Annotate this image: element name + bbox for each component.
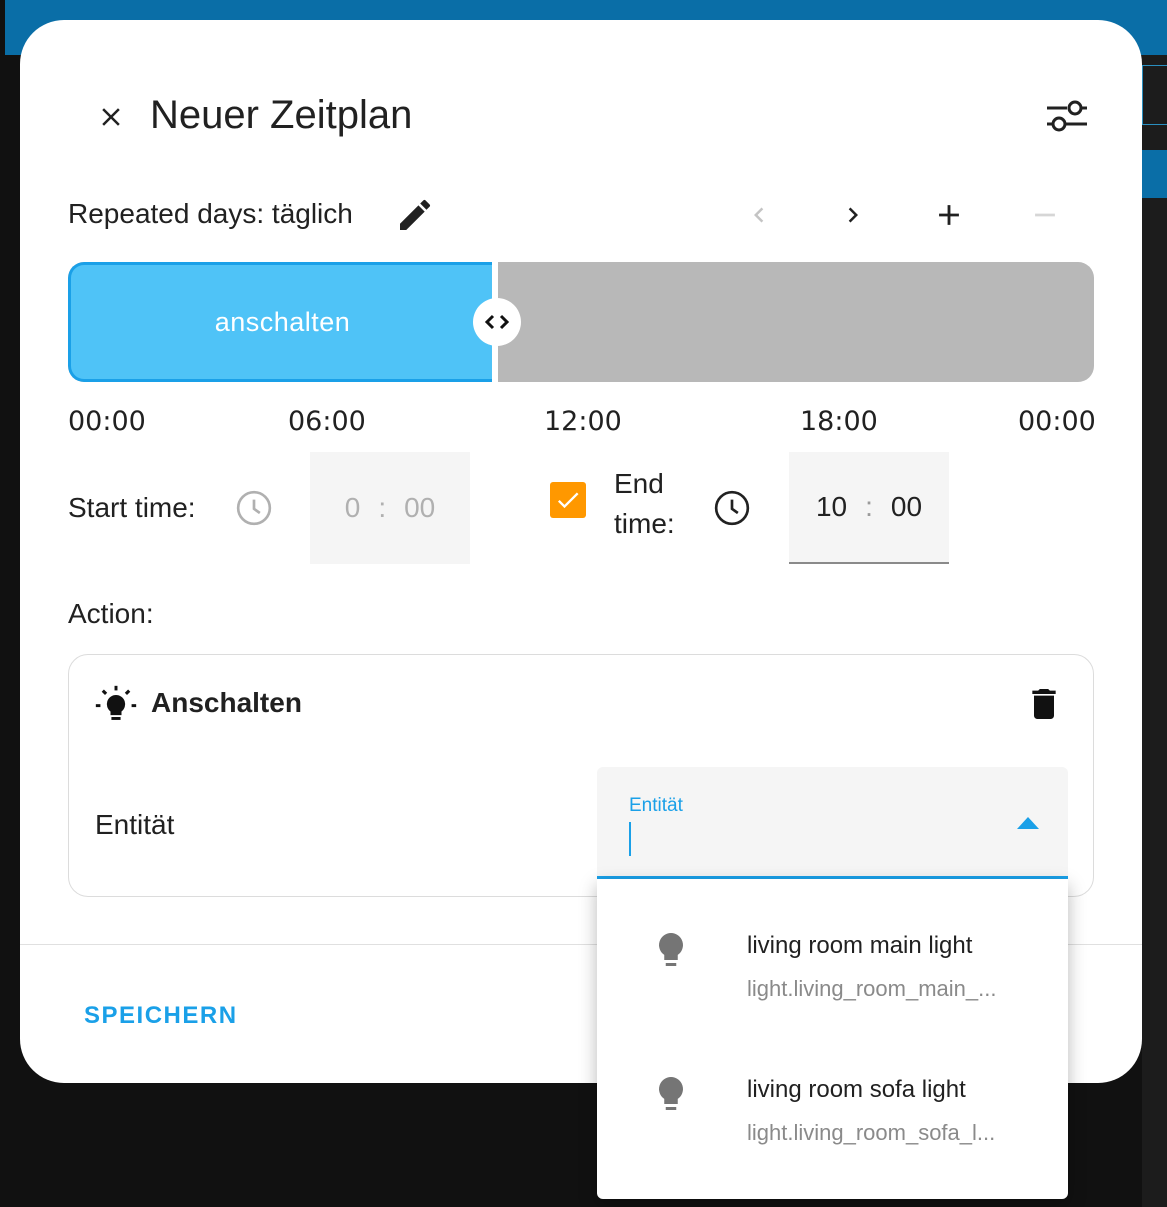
next-slot-button[interactable] <box>830 192 876 238</box>
text-caret <box>629 822 631 856</box>
save-button[interactable]: SPEICHERN <box>74 996 248 1036</box>
timeslot-resize-handle[interactable] <box>473 298 521 346</box>
app-left-edge <box>0 0 5 1207</box>
checkmark-icon <box>557 492 579 509</box>
previous-slot-button[interactable] <box>736 192 782 238</box>
timeslot-label: anschalten <box>214 306 351 337</box>
timeslot-anschalten[interactable]: anschalten <box>68 262 494 382</box>
repeated-days-label: Repeated days: täglich <box>68 198 353 229</box>
clock-icon <box>710 486 754 530</box>
start-time-field[interactable]: 0 : 00 <box>310 452 470 564</box>
close-icon <box>102 108 120 126</box>
entity-option-id: light.living_room_main_... <box>747 976 997 1001</box>
schedule-timeline: anschalten <box>68 262 1094 382</box>
lightbulb-on-icon <box>93 683 139 729</box>
entity-option[interactable]: living room sofa light light.living_room… <box>597 1023 1068 1167</box>
entity-option-name: living room sofa light <box>747 1076 966 1103</box>
minus-icon <box>1035 213 1055 217</box>
chevron-right-icon <box>848 207 858 223</box>
time-separator: : <box>865 491 873 522</box>
remove-slot-button[interactable] <box>1022 192 1068 238</box>
end-minutes: 00 <box>890 491 923 522</box>
start-hours: 0 <box>344 492 361 523</box>
start-time-label: Start time: <box>68 492 196 523</box>
tune-icon <box>1047 100 1087 132</box>
pencil-icon <box>400 199 431 230</box>
app-background-right <box>1142 55 1167 1207</box>
chevron-left-icon <box>754 207 764 223</box>
options-button[interactable] <box>1040 92 1094 140</box>
menu-up-icon <box>1017 817 1039 829</box>
timeline-tick: 18:00 <box>800 406 878 437</box>
end-time-label: End time: <box>614 468 675 539</box>
timeline-tick: 06:00 <box>288 406 366 437</box>
timeslot-empty[interactable] <box>498 262 1094 382</box>
timeline-tick: 12:00 <box>544 406 622 437</box>
dialog-title: Neuer Zeitplan <box>150 93 413 137</box>
action-title: Anschalten <box>151 687 302 718</box>
end-time-checkbox[interactable] <box>550 482 586 518</box>
app-background-accent <box>1142 150 1167 198</box>
action-label: Action: <box>68 598 154 629</box>
dropdown-toggle[interactable] <box>1013 813 1043 833</box>
clock-icon <box>232 486 276 530</box>
timeline-tick: 00:00 <box>1018 406 1096 437</box>
entity-combobox[interactable]: Entität <box>597 767 1068 879</box>
start-minutes: 00 <box>404 492 436 523</box>
time-separator: : <box>378 492 387 523</box>
entity-input-label: Entität <box>629 795 683 816</box>
app-background-tab <box>1142 65 1167 125</box>
delete-action-button[interactable] <box>1019 679 1069 729</box>
entity-dropdown-list: living room main light light.living_room… <box>597 879 1068 1199</box>
lightbulb-icon <box>649 927 693 975</box>
lightbulb-icon <box>649 1071 693 1119</box>
entity-label: Entität <box>95 809 175 840</box>
timeline-tick: 00:00 <box>68 406 146 437</box>
entity-option-id: light.living_room_sofa_l... <box>747 1120 996 1145</box>
entity-option[interactable]: living room main light light.living_room… <box>597 879 1068 1023</box>
entity-option-name: living room main light <box>747 932 973 959</box>
add-slot-button[interactable] <box>926 192 972 238</box>
end-time-field[interactable]: 10 : 00 <box>789 452 949 564</box>
resize-arrows-icon <box>484 314 510 330</box>
edit-days-button[interactable] <box>392 192 438 238</box>
plus-icon <box>939 205 959 225</box>
end-hours: 10 <box>815 491 848 522</box>
trash-icon <box>1032 689 1056 719</box>
close-button[interactable] <box>88 94 134 140</box>
